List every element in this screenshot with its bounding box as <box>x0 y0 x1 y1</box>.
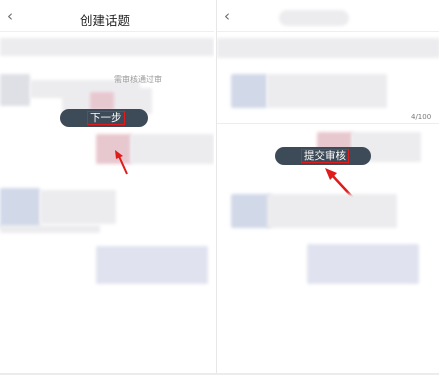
blurred-block <box>231 194 271 228</box>
submit-review-label: 提交审核 <box>301 149 349 163</box>
blurred-block <box>307 244 419 284</box>
blurred-block <box>231 74 267 108</box>
submit-review-button[interactable]: 提交审核 <box>275 147 371 165</box>
header-divider <box>217 31 439 32</box>
right-screen: ‹ 4/100 提交审核 <box>216 0 439 375</box>
blurred-block <box>0 225 100 233</box>
blurred-block <box>0 74 30 106</box>
page-title: 创建话题 <box>80 13 131 28</box>
next-step-label: 下一步 <box>87 111 125 125</box>
faint-text: 需审核通过审 <box>114 75 162 84</box>
back-arrow-icon[interactable]: ‹ <box>7 9 19 24</box>
blurred-block <box>0 188 40 228</box>
back-arrow-icon[interactable]: ‹ <box>224 9 236 24</box>
blurred-input-row <box>217 38 439 58</box>
blurred-block <box>40 190 116 224</box>
blurred-block <box>130 134 214 164</box>
next-step-button[interactable]: 下一步 <box>60 109 148 127</box>
left-screen: ‹ 创建话题 需审核通过审 下一步 <box>0 0 214 375</box>
blurred-title <box>279 10 349 26</box>
annotation-arrow-icon <box>115 150 128 175</box>
blurred-block <box>267 194 397 228</box>
blurred-block <box>90 92 114 110</box>
blurred-block <box>96 246 208 284</box>
content-divider <box>217 123 439 124</box>
header-divider <box>0 31 214 32</box>
blurred-input-row <box>0 38 214 56</box>
char-counter: 4/100 <box>411 113 432 121</box>
blurred-block <box>267 74 387 108</box>
